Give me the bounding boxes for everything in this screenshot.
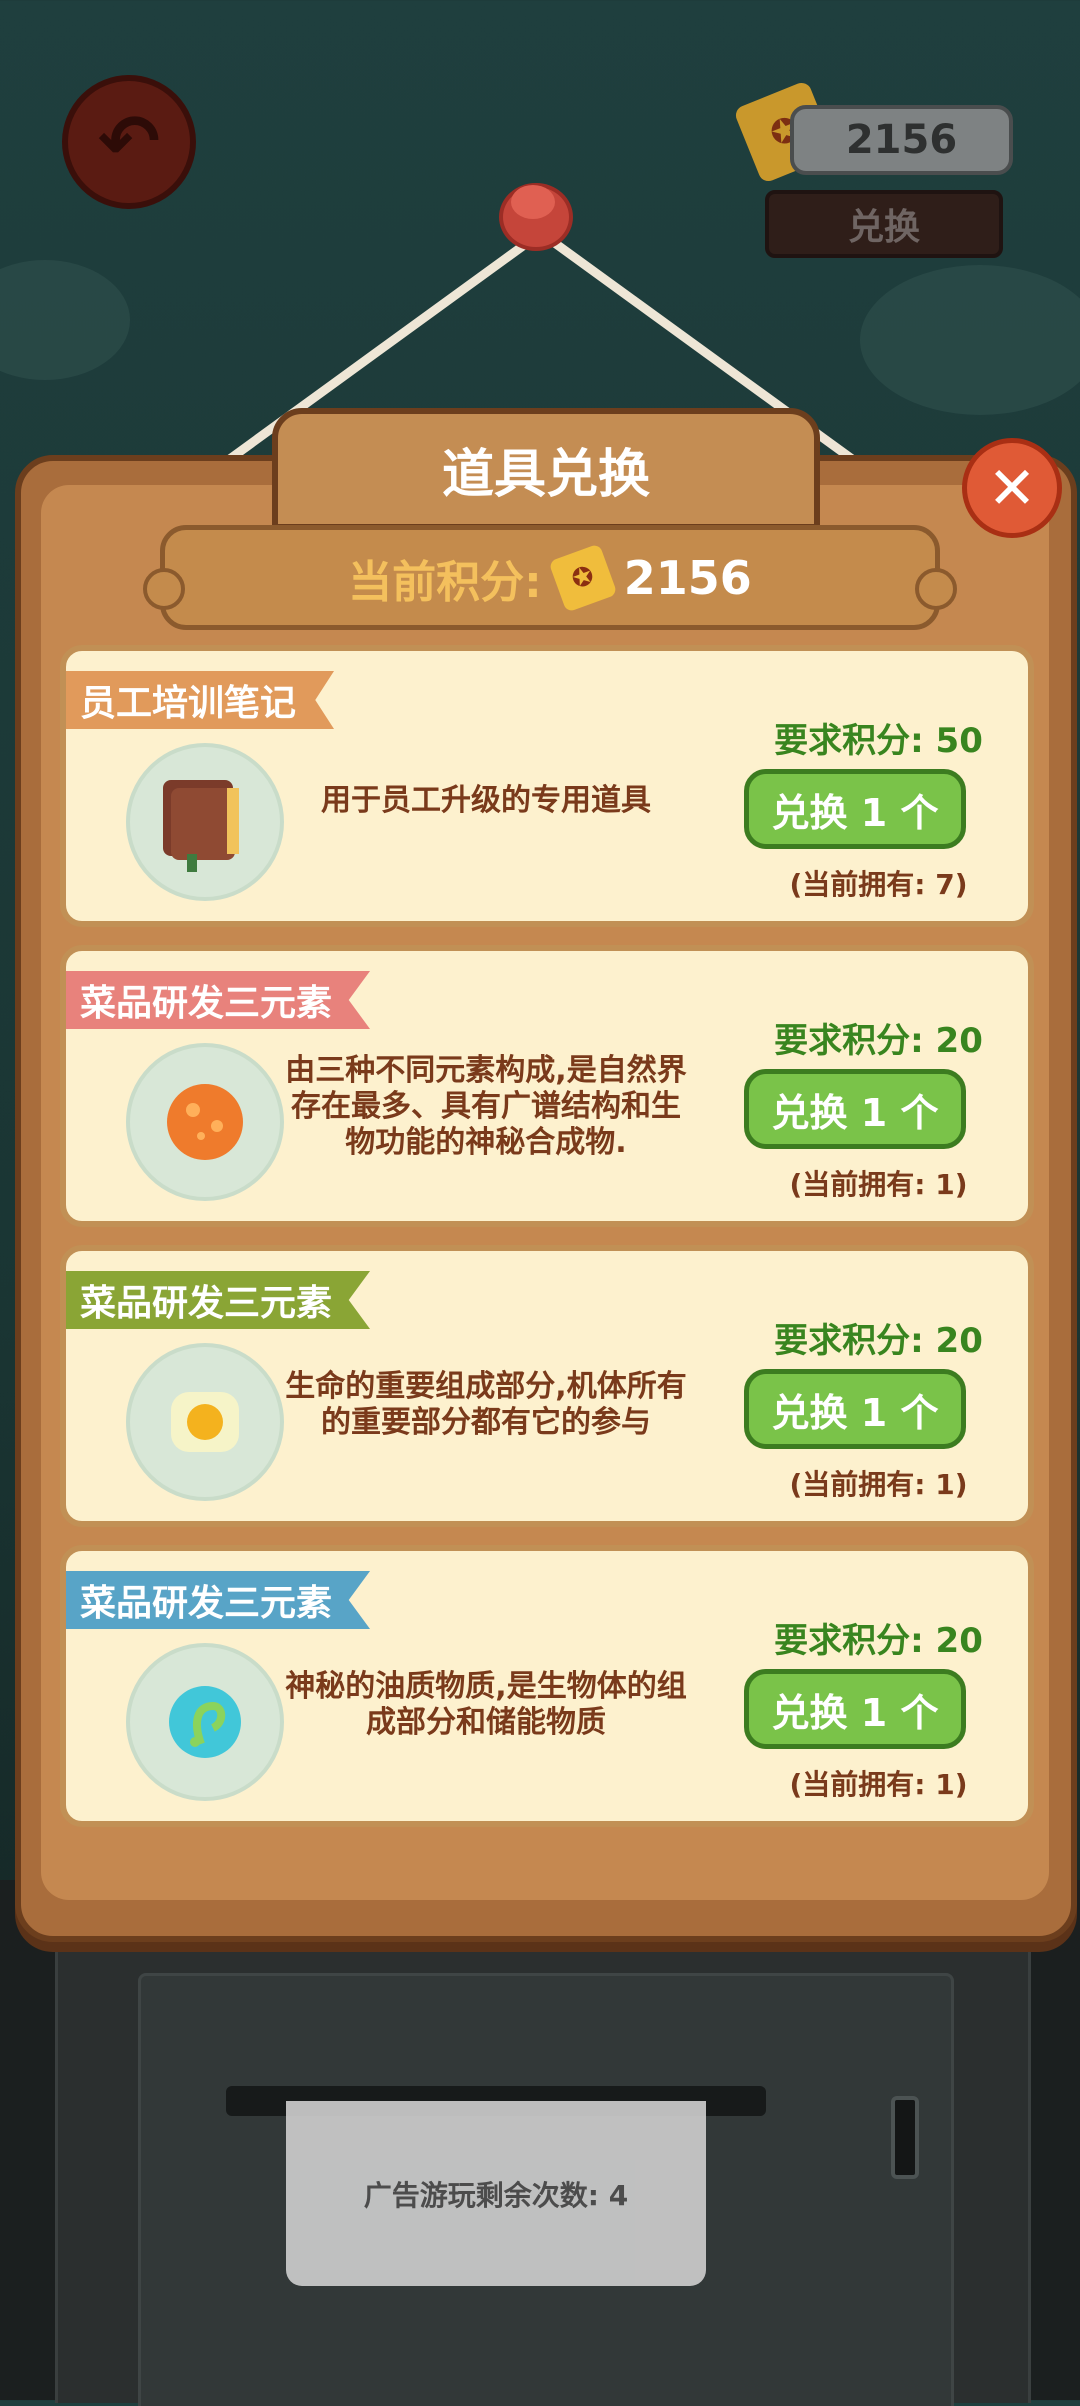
side-indicator xyxy=(891,2096,919,2179)
close-icon: ✕ xyxy=(987,454,1037,522)
exchange-one-button[interactable]: 兑换 1 个 xyxy=(744,1669,966,1749)
item-owned-count: (当前拥有: 1) xyxy=(789,1468,968,1501)
water-element-icon xyxy=(169,1686,241,1758)
item-description: 用于员工升级的专用道具 xyxy=(321,783,651,818)
exchange-one-label: 兑换 1 个 xyxy=(771,1090,939,1135)
item-title-ribbon: 菜品研发三元素 xyxy=(66,1271,371,1329)
egg-element-icon xyxy=(171,1392,239,1452)
top-score-display: 2156 xyxy=(790,105,1013,175)
item-requirement: 要求积分: 50 xyxy=(774,721,983,761)
item-title-ribbon: 员工培训笔记 xyxy=(66,671,335,729)
score-bar-knob-left xyxy=(143,568,185,610)
item-card: 员工培训笔记 用于员工升级的专用道具 要求积分: 50 兑换 1 个 (当前拥有… xyxy=(60,645,1034,927)
item-owned-count: (当前拥有: 1) xyxy=(789,1768,968,1801)
modal-title: 道具兑换 xyxy=(441,444,650,505)
item-card: 菜品研发三元素 神秘的油质物质,是生物体的组成部分和储能物质 要求积分: 20 … xyxy=(60,1545,1034,1827)
exchange-one-button[interactable]: 兑换 1 个 xyxy=(744,1369,966,1449)
top-exchange-label: 兑换 xyxy=(847,207,920,248)
exchange-one-label: 兑换 1 个 xyxy=(771,790,939,835)
title-plank: 道具兑换 xyxy=(272,408,820,530)
item-description: 神秘的油质物质,是生物体的组成部分和储能物质 xyxy=(285,1669,687,1740)
item-title: 菜品研发三元素 xyxy=(80,1583,333,1624)
printer-machine: 广告游玩剩余次数: 4 xyxy=(55,1900,1031,2406)
current-score-label: 当前积分: xyxy=(348,556,542,608)
exchange-one-label: 兑换 1 个 xyxy=(771,1390,939,1435)
exchange-one-label: 兑换 1 个 xyxy=(771,1690,939,1735)
item-card: 菜品研发三元素 由三种不同元素构成,是自然界存在最多、具有广谱结构和生物功能的神… xyxy=(60,945,1034,1227)
exchange-one-button[interactable]: 兑换 1 个 xyxy=(744,769,966,849)
top-score-value: 2156 xyxy=(845,117,958,163)
orange-element-icon xyxy=(167,1084,243,1160)
item-description: 由三种不同元素构成,是自然界存在最多、具有广谱结构和生物功能的神秘合成物. xyxy=(285,1053,687,1160)
item-icon-circle xyxy=(126,1043,284,1201)
item-description: 生命的重要组成部分,机体所有的重要部分都有它的参与 xyxy=(285,1369,687,1440)
item-title: 菜品研发三元素 xyxy=(80,983,333,1024)
item-requirement: 要求积分: 20 xyxy=(774,1021,983,1061)
item-icon-circle xyxy=(126,1643,284,1801)
background-cloud-right xyxy=(860,265,1080,415)
back-button[interactable]: ↶ xyxy=(62,75,196,209)
item-owned-count: (当前拥有: 7) xyxy=(789,868,968,901)
back-arrow-icon: ↶ xyxy=(97,99,160,185)
score-ticket-icon: ✪ xyxy=(548,542,618,613)
item-title-ribbon: 菜品研发三元素 xyxy=(66,1571,371,1629)
pin-highlight xyxy=(511,185,555,219)
item-requirement: 要求积分: 20 xyxy=(774,1621,983,1661)
close-button[interactable]: ✕ xyxy=(962,438,1062,538)
ad-remaining-text: 广告游玩剩余次数: 4 xyxy=(363,2178,629,2212)
exchange-one-button[interactable]: 兑换 1 个 xyxy=(744,1069,966,1149)
item-card: 菜品研发三元素 生命的重要组成部分,机体所有的重要部分都有它的参与 要求积分: … xyxy=(60,1245,1034,1527)
current-score-bar: 当前积分: ✪ 2156 xyxy=(143,525,957,630)
ad-ticket[interactable]: 广告游玩剩余次数: 4 xyxy=(286,2101,706,2286)
item-icon-circle xyxy=(126,1343,284,1501)
item-icon-circle xyxy=(126,743,284,901)
item-title: 员工培训笔记 xyxy=(80,683,297,724)
item-requirement: 要求积分: 20 xyxy=(774,1321,983,1361)
printer-panel: 广告游玩剩余次数: 4 xyxy=(138,1973,954,2406)
item-title-ribbon: 菜品研发三元素 xyxy=(66,971,371,1029)
current-score-value: 2156 xyxy=(623,550,752,605)
score-bar-knob-right xyxy=(915,568,957,610)
background-cloud-left xyxy=(0,260,130,380)
item-title: 菜品研发三元素 xyxy=(80,1283,333,1324)
book-icon xyxy=(163,780,239,872)
top-exchange-button[interactable]: 兑换 xyxy=(765,190,1003,258)
item-owned-count: (当前拥有: 1) xyxy=(789,1168,968,1201)
